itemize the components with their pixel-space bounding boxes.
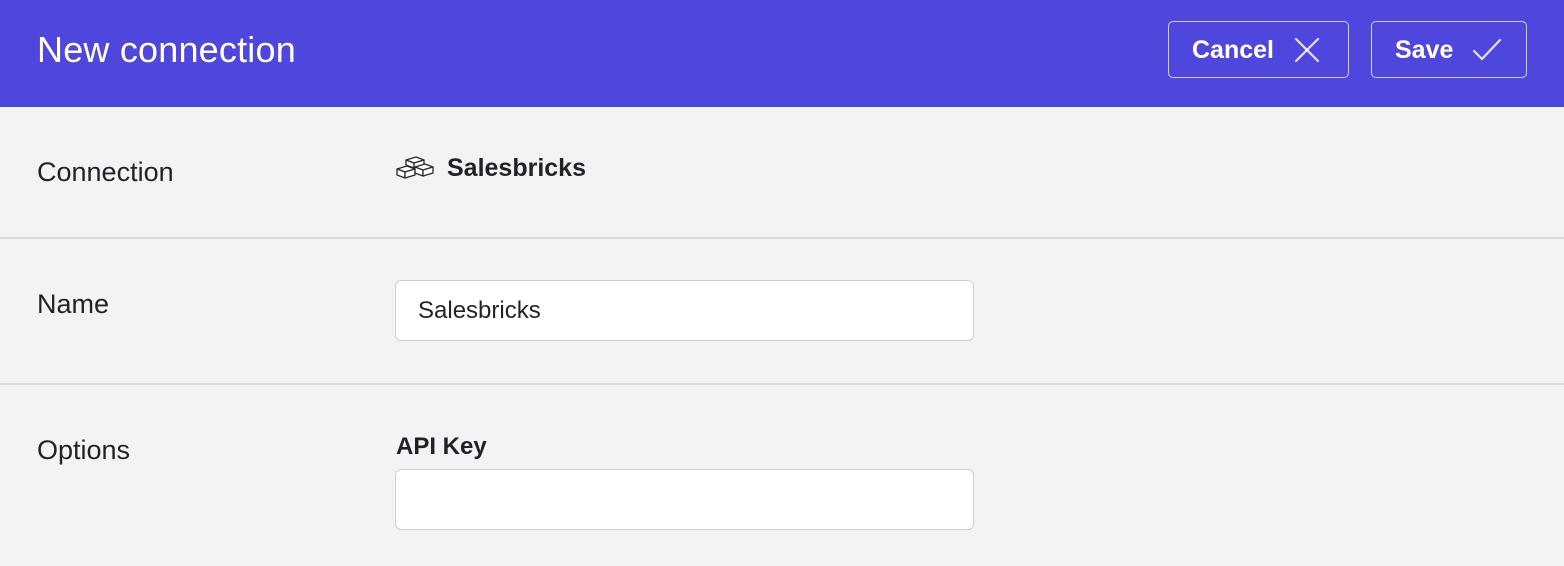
connection-value: Salesbricks (447, 154, 586, 182)
check-icon (1471, 35, 1502, 65)
close-icon (1292, 35, 1322, 65)
cancel-button-label: Cancel (1192, 35, 1274, 64)
cancel-button[interactable]: Cancel (1168, 21, 1349, 78)
options-label: Options (37, 435, 131, 465)
connection-label: Connection (37, 157, 174, 187)
save-button[interactable]: Save (1371, 21, 1527, 78)
api-key-input[interactable] (395, 469, 974, 530)
page-title: New connection (37, 29, 296, 70)
connection-row (0, 107, 1564, 237)
row-divider (0, 237, 1564, 239)
save-button-label: Save (1395, 35, 1454, 64)
name-input[interactable] (395, 280, 974, 341)
api-key-label: API Key (396, 433, 487, 460)
name-label: Name (37, 289, 110, 319)
page-header: New connection Cancel Save (0, 0, 1564, 107)
bricks-icon (396, 156, 434, 182)
row-divider (0, 383, 1564, 385)
